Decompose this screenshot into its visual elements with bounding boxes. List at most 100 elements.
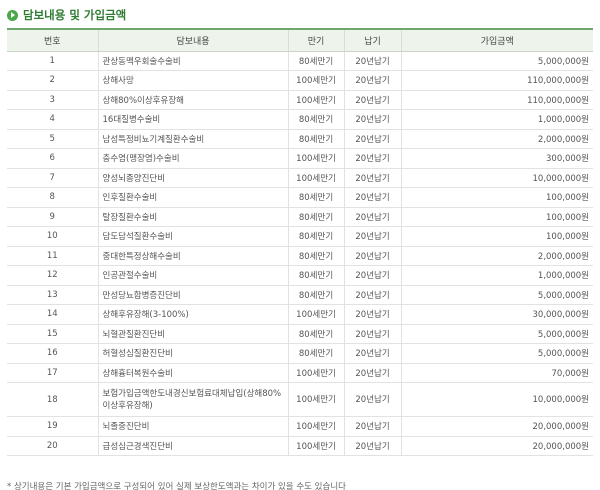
table-row: 10 담도담석질환수술비 80세만기 20년납기 100,000원 [7,226,593,247]
table-row: 17 상해흉터복원수술비 100세만기 20년납기 70,000원 [7,363,593,383]
cell-amount: 5,000,000원 [400,343,593,364]
cell-amount: 2,000,000원 [400,129,593,149]
footnote: * 상기내용은 기본 가입금액으로 구성되어 있어 실제 보상한도액과는 차이가… [7,482,346,490]
cell-maturity: 100세만기 [287,416,344,437]
table-row: 1 관상동맥우회술수술비 80세만기 20년납기 5,000,000원 [7,51,593,71]
header-coverage: 담보내용 [97,29,288,52]
cell-amount: 2,000,000원 [400,246,593,266]
cell-coverage: 인공관절수술비 [97,265,288,286]
cell-payment: 20년납기 [343,304,401,325]
cell-amount: 1,000,000원 [400,109,593,130]
cell-amount: 5,000,000원 [400,285,593,305]
cell-no: 6 [7,148,98,169]
cell-maturity: 80세만기 [287,187,344,208]
cell-payment: 20년납기 [343,90,401,110]
cell-coverage: 허혈성심질환진단비 [97,343,288,364]
cell-amount: 20,000,000원 [400,436,593,456]
table-row: 20 급성심근경색진단비 100세만기 20년납기 20,000,000원 [7,436,593,456]
cell-coverage: 담도담석질환수술비 [97,226,288,247]
cell-amount: 70,000원 [400,363,593,383]
cell-maturity: 80세만기 [287,324,344,344]
cell-no: 10 [7,226,98,247]
cell-no: 19 [7,416,98,437]
cell-no: 17 [7,363,98,383]
cell-coverage: 만성당뇨합병증진단비 [97,285,288,305]
cell-maturity: 80세만기 [287,51,344,71]
cell-no: 11 [7,246,98,266]
cell-maturity: 100세만기 [287,90,344,110]
cell-coverage: 충수염(맹장염)수술비 [97,148,288,169]
cell-coverage: 남성특정비뇨기계질환수술비 [97,129,288,149]
cell-no: 4 [7,109,98,130]
cell-no: 7 [7,168,98,188]
cell-coverage: 인후질환수술비 [97,187,288,208]
cell-coverage: 16대질병수술비 [97,109,288,130]
table-row: 16 허혈성심질환진단비 80세만기 20년납기 5,000,000원 [7,343,593,364]
table-row: 4 16대질병수술비 80세만기 20년납기 1,000,000원 [7,109,593,130]
header-amount: 가입금액 [400,29,593,52]
header-no: 번호 [7,29,98,52]
cell-no: 13 [7,285,98,305]
cell-no: 1 [7,51,98,71]
cell-payment: 20년납기 [343,285,401,305]
coverage-table: 번호 담보내용 만기 납기 가입금액 1 관상동맥우회술수술비 80세만기 20… [7,28,593,456]
table-row: 9 탈장질환수술비 80세만기 20년납기 100,000원 [7,207,593,227]
cell-maturity: 100세만기 [287,168,344,188]
cell-amount: 30,000,000원 [400,304,593,325]
cell-maturity: 80세만기 [287,129,344,149]
cell-payment: 20년납기 [343,187,401,208]
cell-payment: 20년납기 [343,343,401,364]
cell-payment: 20년납기 [343,416,401,437]
cell-coverage: 급성심근경색진단비 [97,436,288,456]
cell-payment: 20년납기 [343,168,401,188]
section-title: 담보내용 및 가입금액 [23,8,127,22]
cell-payment: 20년납기 [343,226,401,247]
cell-maturity: 100세만기 [287,382,344,417]
header-payment: 납기 [343,29,401,52]
cell-maturity: 100세만기 [287,148,344,169]
table-row: 11 중대한특정상해수술비 80세만기 20년납기 2,000,000원 [7,246,593,266]
table-row: 2 상해사망 100세만기 20년납기 110,000,000원 [7,70,593,91]
cell-coverage: 상해후유장해(3-100%) [97,304,288,325]
cell-payment: 20년납기 [343,265,401,286]
cell-payment: 20년납기 [343,436,401,456]
table-header-row: 번호 담보내용 만기 납기 가입금액 [7,29,593,52]
cell-maturity: 100세만기 [287,70,344,91]
cell-no: 8 [7,187,98,208]
cell-amount: 1,000,000원 [400,265,593,286]
cell-payment: 20년납기 [343,148,401,169]
cell-maturity: 100세만기 [287,363,344,383]
cell-maturity: 80세만기 [287,285,344,305]
cell-coverage: 보험가입금액한도내경신보험료대체납입(상해80%이상후유장해) [97,382,288,417]
cell-amount: 20,000,000원 [400,416,593,437]
cell-maturity: 100세만기 [287,436,344,456]
cell-amount: 110,000,000원 [400,90,593,110]
table-row: 7 양성뇌종양진단비 100세만기 20년납기 10,000,000원 [7,168,593,188]
cell-coverage: 상해80%이상후유장해 [97,90,288,110]
cell-payment: 20년납기 [343,363,401,383]
cell-no: 20 [7,436,98,456]
cell-payment: 20년납기 [343,109,401,130]
table-row: 14 상해후유장해(3-100%) 100세만기 20년납기 30,000,00… [7,304,593,325]
circle-arrow-icon [7,9,18,21]
cell-amount: 300,000원 [400,148,593,169]
cell-amount: 10,000,000원 [400,168,593,188]
cell-no: 16 [7,343,98,364]
cell-payment: 20년납기 [343,70,401,91]
cell-no: 12 [7,265,98,286]
section-header: 담보내용 및 가입금액 [7,6,126,24]
cell-no: 14 [7,304,98,325]
table-row: 12 인공관절수술비 80세만기 20년납기 1,000,000원 [7,265,593,286]
cell-coverage: 양성뇌종양진단비 [97,168,288,188]
cell-no: 5 [7,129,98,149]
cell-amount: 10,000,000원 [400,382,593,417]
table-row: 15 뇌혈관질환진단비 80세만기 20년납기 5,000,000원 [7,324,593,344]
table-row: 5 남성특정비뇨기계질환수술비 80세만기 20년납기 2,000,000원 [7,129,593,149]
cell-coverage: 탈장질환수술비 [97,207,288,227]
cell-maturity: 80세만기 [287,246,344,266]
cell-coverage: 관상동맥우회술수술비 [97,51,288,71]
cell-payment: 20년납기 [343,51,401,71]
cell-coverage: 중대한특정상해수술비 [97,246,288,266]
table-row: 19 뇌졸중진단비 100세만기 20년납기 20,000,000원 [7,416,593,437]
cell-payment: 20년납기 [343,207,401,227]
